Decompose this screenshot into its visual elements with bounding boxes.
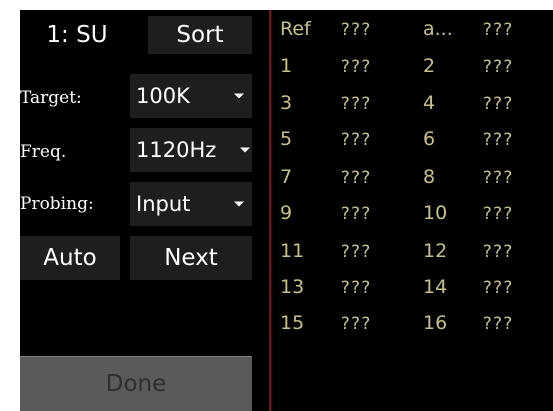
sort-button[interactable]: Sort xyxy=(148,16,252,54)
ref-cell: 15 xyxy=(280,312,305,334)
sort-label: Sort xyxy=(176,22,224,48)
done-button[interactable]: Done xyxy=(20,356,252,411)
header-alt: a... xyxy=(423,18,453,40)
value-cell: ??? xyxy=(340,278,371,298)
control-panel: 1: SU Sort Target: 100K Freq. 1120Hz Pro… xyxy=(20,10,553,411)
value-cell: ??? xyxy=(340,94,371,114)
ref-cell: 6 xyxy=(423,128,436,150)
ref-cell: 16 xyxy=(423,312,448,334)
freq-dropdown[interactable]: 1120Hz xyxy=(130,128,252,172)
ref-cell: 7 xyxy=(280,166,293,188)
mode-button[interactable]: 1: SU xyxy=(20,16,134,54)
panel-separator xyxy=(269,10,271,411)
ref-cell: 8 xyxy=(423,166,436,188)
freq-label: Freq. xyxy=(20,142,67,162)
probing-dropdown[interactable]: Input xyxy=(130,182,252,226)
done-label: Done xyxy=(105,371,167,397)
ref-cell: 13 xyxy=(280,276,305,298)
value-cell: ??? xyxy=(340,130,371,150)
value-cell: ??? xyxy=(340,314,371,334)
freq-value: 1120Hz xyxy=(136,138,217,162)
ref-cell: 4 xyxy=(423,92,436,114)
target-value: 100K xyxy=(136,84,190,108)
ref-cell: 11 xyxy=(280,240,305,262)
ref-cell: 1 xyxy=(280,55,293,77)
value-cell: ??? xyxy=(482,242,513,262)
value-cell: ??? xyxy=(482,57,513,77)
value-cell: ??? xyxy=(482,130,513,150)
value-cell: ??? xyxy=(340,57,371,77)
header-value-2: ??? xyxy=(482,20,513,40)
target-dropdown[interactable]: 100K xyxy=(130,74,252,118)
value-cell: ??? xyxy=(482,168,513,188)
value-cell: ??? xyxy=(340,204,371,224)
ref-cell: 5 xyxy=(280,128,293,150)
value-cell: ??? xyxy=(340,168,371,188)
mode-label: 1: SU xyxy=(46,22,108,48)
value-cell: ??? xyxy=(340,242,371,262)
next-label: Next xyxy=(164,245,218,271)
ref-cell: 2 xyxy=(423,55,436,77)
value-cell: ??? xyxy=(482,204,513,224)
ref-cell: 10 xyxy=(423,202,448,224)
header-ref: Ref xyxy=(280,18,311,40)
ref-cell: 14 xyxy=(423,276,448,298)
probing-label: Probing: xyxy=(20,194,94,214)
target-label: Target: xyxy=(20,88,82,108)
chevron-down-icon xyxy=(240,147,250,153)
ref-cell: 9 xyxy=(280,202,293,224)
screen: 1: SU Sort Target: 100K Freq. 1120Hz Pro… xyxy=(0,0,553,411)
header-value-1: ??? xyxy=(340,20,371,40)
value-cell: ??? xyxy=(482,278,513,298)
auto-button[interactable]: Auto xyxy=(20,236,120,280)
chevron-down-icon xyxy=(234,201,244,207)
auto-label: Auto xyxy=(43,245,97,271)
next-button[interactable]: Next xyxy=(130,236,252,280)
ref-cell: 12 xyxy=(423,240,448,262)
probing-value: Input xyxy=(136,192,191,216)
chevron-down-icon xyxy=(234,93,244,99)
value-cell: ??? xyxy=(482,314,513,334)
value-cell: ??? xyxy=(482,94,513,114)
ref-cell: 3 xyxy=(280,92,293,114)
